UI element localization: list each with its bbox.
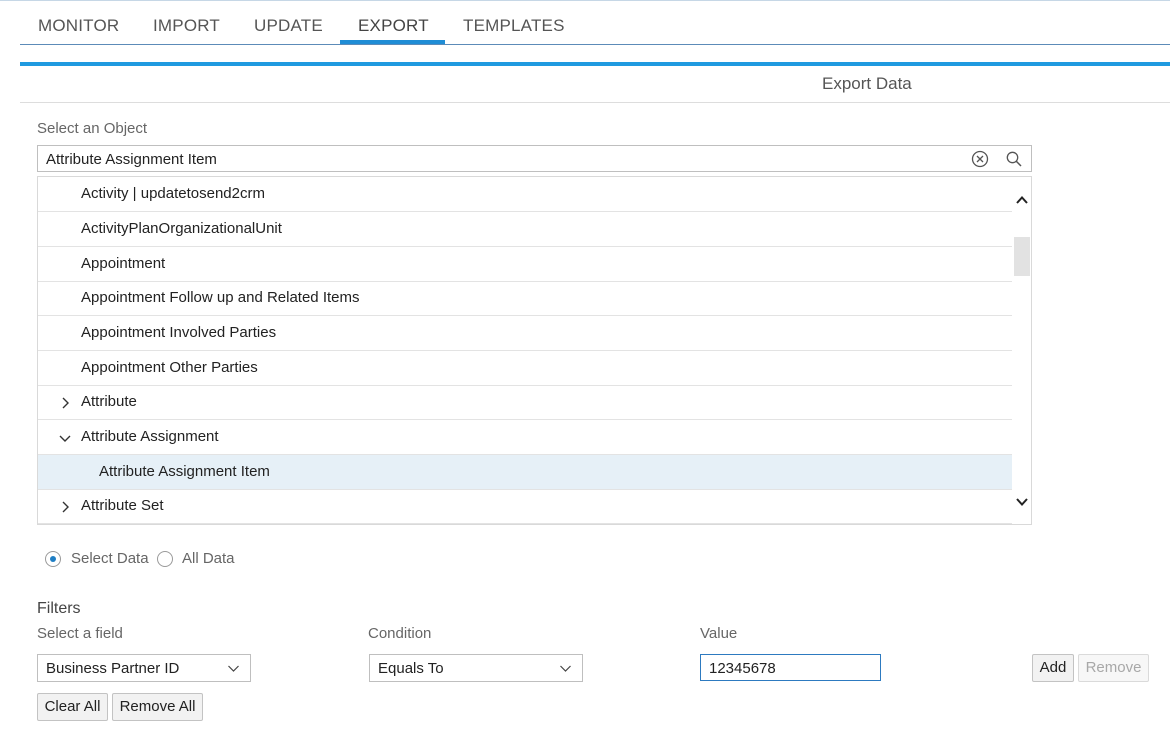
list-item[interactable]: ActivityPlanOrganizationalUnit <box>38 212 1012 247</box>
list-item[interactable]: Attribute Set <box>38 489 1012 524</box>
condition-select-value: Equals To <box>378 660 444 677</box>
value-label: Value <box>700 625 738 642</box>
add-button[interactable]: Add <box>1032 654 1074 682</box>
radio-selected-dot <box>50 556 56 562</box>
clear-all-button[interactable]: Clear All <box>37 693 108 721</box>
active-tab-indicator <box>340 40 445 44</box>
all-data-radio[interactable] <box>157 551 173 567</box>
object-list: Activity | updatetosend2crm ActivityPlan… <box>38 177 1012 524</box>
chevron-right-icon[interactable] <box>58 500 72 514</box>
chevron-down-icon[interactable] <box>1015 495 1029 509</box>
object-list-panel: Activity | updatetosend2crm ActivityPlan… <box>37 176 1032 525</box>
search-icon[interactable] <box>1005 150 1023 168</box>
list-item-label: Appointment Involved Parties <box>81 324 277 341</box>
chevron-down-icon[interactable] <box>58 431 72 445</box>
chevron-down-icon <box>560 665 571 672</box>
list-item-label: ActivityPlanOrganizationalUnit <box>81 220 282 237</box>
object-search-box <box>37 145 1032 172</box>
list-item-label: Activity | updatetosend2crm <box>81 185 265 202</box>
list-item[interactable]: Appointment Follow up and Related Items <box>38 281 1012 316</box>
condition-select[interactable]: Equals To <box>369 654 583 682</box>
value-field <box>700 654 881 681</box>
scroll-thumb[interactable] <box>1014 237 1030 276</box>
list-item[interactable]: Appointment <box>38 247 1012 282</box>
list-item-label: Attribute Set <box>81 497 164 514</box>
chevron-down-icon <box>228 665 239 672</box>
header-divider <box>20 102 1170 103</box>
tab-templates[interactable]: TEMPLATES <box>463 16 565 36</box>
page-title: Export Data <box>822 74 912 93</box>
list-item-label: Attribute Assignment Item <box>99 463 270 480</box>
list-item-label: Appointment Other Parties <box>81 359 258 376</box>
select-data-label[interactable]: Select Data <box>71 550 149 567</box>
list-item-label: Appointment <box>81 255 166 272</box>
list-item-label: Appointment Follow up and Related Items <box>81 289 360 306</box>
tab-import[interactable]: IMPORT <box>153 16 220 36</box>
list-item-selected[interactable]: Attribute Assignment Item <box>38 455 1012 490</box>
object-search-input[interactable] <box>46 149 946 169</box>
tab-bar: MONITOR IMPORT UPDATE EXPORT TEMPLATES <box>20 0 1170 45</box>
chevron-right-icon[interactable] <box>58 396 72 410</box>
field-select-value: Business Partner ID <box>46 660 180 677</box>
list-item[interactable]: Attribute <box>38 385 1012 420</box>
header-accent-bar <box>20 62 1170 66</box>
remove-button[interactable]: Remove <box>1078 654 1149 682</box>
field-select[interactable]: Business Partner ID <box>37 654 251 682</box>
filters-title: Filters <box>37 600 81 617</box>
list-item[interactable]: Attribute Assignment <box>38 420 1012 455</box>
select-data-radio[interactable] <box>45 551 61 567</box>
circle-x-icon[interactable] <box>971 150 989 168</box>
list-scrollbar[interactable] <box>1012 177 1031 524</box>
list-item-label: Attribute <box>81 393 137 410</box>
tab-export[interactable]: EXPORT <box>358 16 429 36</box>
select-object-label: Select an Object <box>37 120 148 137</box>
list-item[interactable]: Activity | updatetosend2crm <box>38 177 1012 212</box>
tab-monitor[interactable]: MONITOR <box>38 16 119 36</box>
value-input[interactable] <box>709 658 869 678</box>
list-item[interactable]: Appointment Other Parties <box>38 351 1012 386</box>
list-item[interactable]: Appointment Involved Parties <box>38 316 1012 351</box>
condition-label: Condition <box>368 625 432 642</box>
remove-all-button[interactable]: Remove All <box>112 693 203 721</box>
list-item-label: Attribute Assignment <box>81 428 219 445</box>
all-data-label[interactable]: All Data <box>182 550 235 567</box>
tab-update[interactable]: UPDATE <box>254 16 323 36</box>
chevron-up-icon[interactable] <box>1015 193 1029 207</box>
select-field-label: Select a field <box>37 625 123 642</box>
